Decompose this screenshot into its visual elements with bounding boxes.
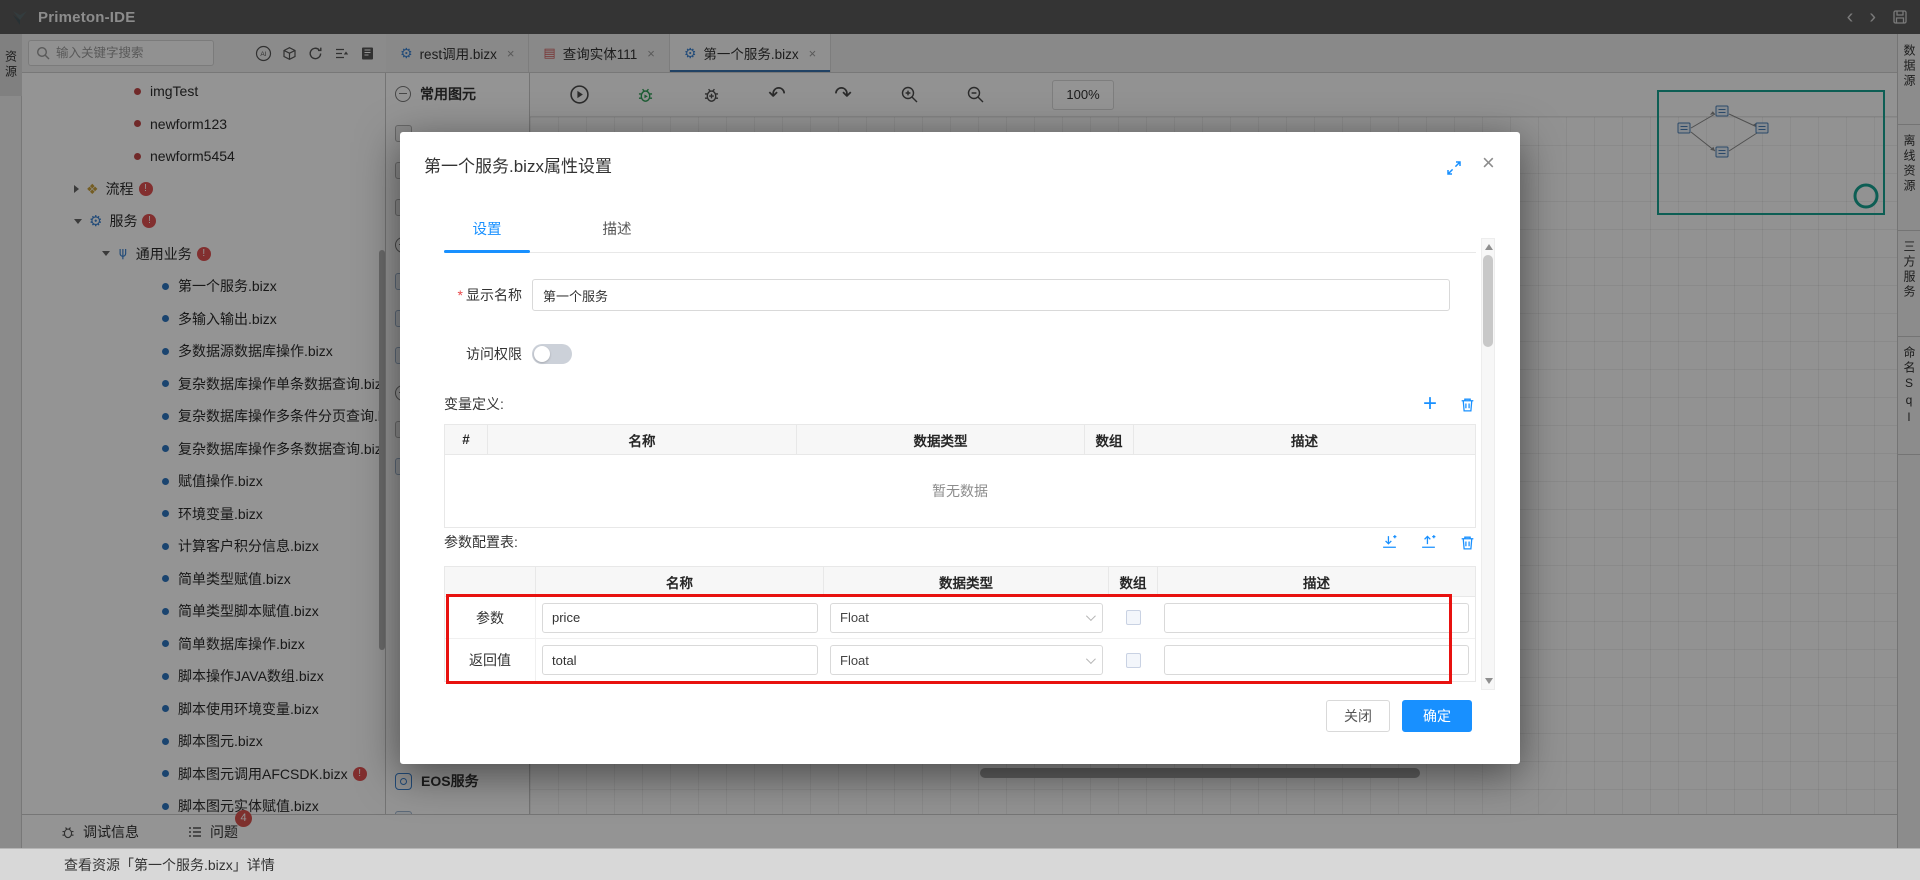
app-window: Primeton-IDE ‹ › 资源 AI — [0, 0, 1920, 880]
export-params-icon[interactable] — [1420, 534, 1437, 551]
properties-modal: 第一个服务.bizx属性设置 × 设置 描述 *显示名称 访问权限 — [400, 132, 1520, 764]
param-row: 参数 Float — [445, 597, 1475, 639]
column-header: 数组 — [1085, 425, 1134, 454]
param-kind-label: 返回值 — [469, 650, 511, 670]
fullscreen-icon[interactable] — [1446, 160, 1462, 181]
modal-scrollbar[interactable] — [1481, 238, 1495, 690]
modal-title: 第一个服务.bizx属性设置 — [424, 152, 612, 177]
param-type-select[interactable]: Float — [830, 645, 1103, 675]
column-header: 数组 — [1109, 567, 1158, 596]
delete-variable-icon[interactable] — [1459, 396, 1476, 413]
param-type-cell: Float — [824, 639, 1109, 681]
param-type-value: Float — [840, 610, 869, 625]
array-checkbox[interactable] — [1126, 610, 1141, 625]
param-desc-input[interactable] — [1164, 645, 1469, 675]
param-name-input[interactable] — [542, 645, 818, 675]
variables-table-header: #名称数据类型数组描述 — [445, 425, 1475, 455]
status-text: 查看资源「第一个服务.bizx」详情 — [64, 855, 275, 875]
chevron-down-icon — [1086, 611, 1096, 621]
params-table-body: 参数 Float 返回值 Float — [445, 597, 1475, 681]
param-name-cell — [536, 597, 824, 638]
param-array-cell — [1109, 639, 1158, 681]
modal-tab[interactable]: 设置 — [444, 218, 530, 252]
modal-tabs: 设置 描述 — [444, 218, 1476, 253]
param-desc-cell — [1158, 639, 1475, 681]
param-row: 返回值 Float — [445, 639, 1475, 681]
display-name-label: *显示名称 — [444, 285, 522, 305]
column-header: 描述 — [1134, 425, 1475, 454]
modal-tab-label: 设置 — [473, 222, 502, 238]
chevron-down-icon — [1086, 654, 1096, 664]
delete-param-icon[interactable] — [1459, 534, 1476, 551]
scrollbar-thumb[interactable] — [1483, 255, 1493, 347]
params-section-header: 参数配置表: — [444, 532, 1476, 552]
close-button[interactable]: 关闭 — [1326, 700, 1390, 732]
column-header: # — [445, 425, 488, 454]
column-header: 名称 — [488, 425, 797, 454]
modal-tab-label: 描述 — [603, 222, 632, 238]
access-toggle[interactable] — [532, 344, 572, 364]
variables-table: #名称数据类型数组描述 暂无数据 — [444, 424, 1476, 528]
scroll-up-icon[interactable] — [1485, 244, 1493, 250]
param-kind-cell: 参数 — [445, 597, 536, 638]
scroll-down-icon[interactable] — [1485, 678, 1493, 684]
empty-state: 暂无数据 — [445, 455, 1475, 527]
param-type-cell: Float — [824, 597, 1109, 638]
params-label: 参数配置表: — [444, 532, 518, 552]
display-name-input[interactable] — [532, 279, 1450, 311]
param-kind-cell: 返回值 — [445, 639, 536, 681]
param-desc-cell — [1158, 597, 1475, 638]
close-icon[interactable]: × — [1482, 152, 1495, 174]
add-variable-icon[interactable]: + — [1423, 392, 1437, 416]
params-table-header: 名称数据类型数组描述 — [445, 567, 1475, 597]
required-asterisk: * — [458, 287, 463, 303]
column-header — [445, 567, 536, 596]
access-label: 访问权限 — [444, 344, 522, 364]
param-name-input[interactable] — [542, 603, 818, 633]
variables-section-header: 变量定义: + — [444, 392, 1476, 416]
array-checkbox[interactable] — [1126, 653, 1141, 668]
param-kind-label: 参数 — [476, 608, 504, 628]
param-array-cell — [1109, 597, 1158, 638]
access-row: 访问权限 — [444, 342, 1450, 366]
column-header: 名称 — [536, 567, 824, 596]
param-type-value: Float — [840, 653, 869, 668]
ok-button[interactable]: 确定 — [1402, 700, 1472, 732]
display-name-row: *显示名称 — [444, 279, 1450, 311]
variables-label: 变量定义: — [444, 394, 504, 414]
param-type-select[interactable]: Float — [830, 603, 1103, 633]
column-header: 数据类型 — [797, 425, 1085, 454]
params-table: 名称数据类型数组描述 参数 Float 返回值 — [444, 566, 1476, 682]
modal-tab[interactable]: 描述 — [574, 218, 660, 252]
param-name-cell — [536, 639, 824, 681]
import-params-icon[interactable] — [1381, 534, 1398, 551]
column-header: 数据类型 — [824, 567, 1109, 596]
param-desc-input[interactable] — [1164, 603, 1469, 633]
status-bar: 查看资源「第一个服务.bizx」详情 — [0, 848, 1920, 880]
column-header: 描述 — [1158, 567, 1475, 596]
modal-footer: 关闭 确定 — [1326, 700, 1472, 732]
